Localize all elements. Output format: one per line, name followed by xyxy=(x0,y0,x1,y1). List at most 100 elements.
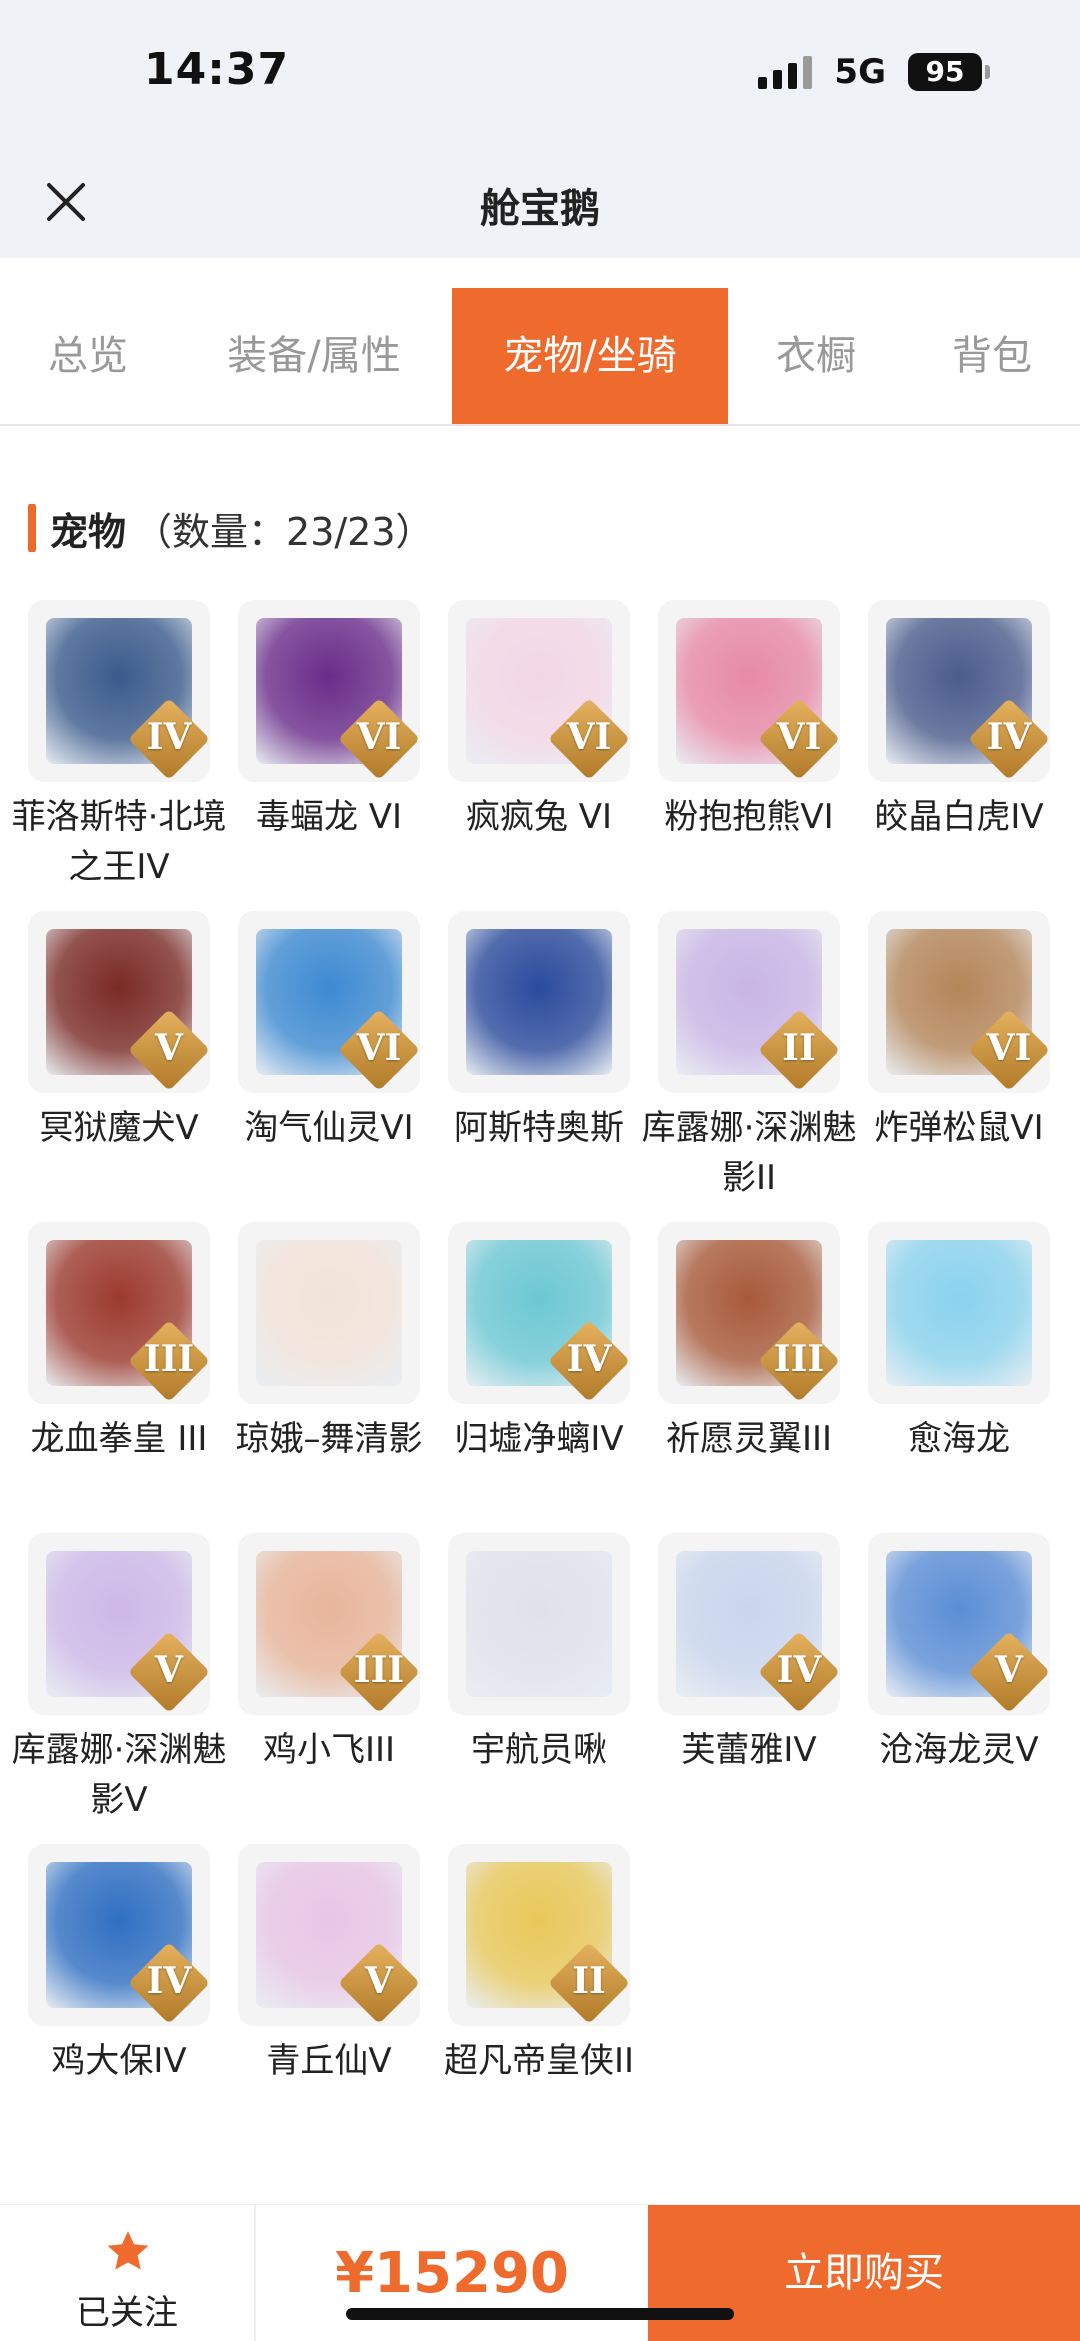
section-header: 宠物 （数量：23/23） xyxy=(28,502,434,554)
grade-badge-label: IV xyxy=(146,1960,192,2002)
grade-badge-label: VI xyxy=(986,1027,1032,1069)
tab-equipment[interactable]: 装备/属性 xyxy=(176,288,452,424)
pet-card[interactable]: V 青丘仙V xyxy=(238,1844,420,2086)
pet-card[interactable]: 愈海龙 xyxy=(868,1222,1050,1464)
bottom-bar: 已关注 ¥15290 立即购买 xyxy=(0,2204,1080,2341)
pet-card[interactable]: III 鸡小飞III xyxy=(238,1533,420,1775)
pet-card[interactable]: IV 菲洛斯特·北境之王IV xyxy=(12,600,226,892)
grade-badge-label: V xyxy=(995,1649,1023,1691)
star-icon xyxy=(107,2231,149,2270)
pet-name: 粉抱抱熊VI xyxy=(664,797,834,837)
pet-thumbnail: V xyxy=(28,1533,210,1715)
pet-card[interactable]: V 库露娜·深渊魅影V xyxy=(12,1533,226,1825)
tab-bar: 总览 装备/属性 宠物/坐骑 衣橱 背包 xyxy=(0,288,1080,426)
section-count: （数量：23/23） xyxy=(134,509,434,554)
pet-card[interactable]: VI 炸弹松鼠VI xyxy=(868,911,1050,1153)
pet-thumbnail: VI xyxy=(448,600,630,782)
pet-name: 炸弹松鼠VI xyxy=(874,1108,1044,1148)
grade-badge-label: VI xyxy=(566,716,612,758)
grade-badge-label: VI xyxy=(776,716,822,758)
grade-badge-label: III xyxy=(353,1649,405,1691)
pet-thumbnail: IV xyxy=(658,1533,840,1715)
grade-badge-label: V xyxy=(365,1960,393,2002)
pet-name: 归墟净螭IV xyxy=(454,1419,624,1459)
header-area: 14:37 5G 95 舱宝鹅 xyxy=(0,0,1080,258)
grade-badge-label: VI xyxy=(356,716,402,758)
pet-card[interactable]: V 冥狱魔犬V xyxy=(28,911,210,1153)
pet-card[interactable]: II 超凡帝皇侠II xyxy=(444,1844,634,2086)
buy-now-button[interactable]: 立即购买 xyxy=(648,2205,1080,2341)
pet-card[interactable]: IV 皎晶白虎IV xyxy=(868,600,1050,842)
pet-card[interactable]: 宇航员啾 xyxy=(448,1533,630,1775)
grade-badge-label: IV xyxy=(986,716,1032,758)
pet-name: 鸡小飞III xyxy=(262,1730,396,1770)
pet-name: 菲洛斯特·北境之王IV xyxy=(11,797,227,887)
pet-thumbnail: VI xyxy=(238,600,420,782)
grade-badge-label: IV xyxy=(566,1338,612,1380)
grade-badge-label: IV xyxy=(776,1649,822,1691)
tab-wardrobe[interactable]: 衣橱 xyxy=(728,288,904,424)
grade-badge-label: III xyxy=(143,1338,195,1380)
pet-card[interactable]: 琼娥–舞清影 xyxy=(236,1222,423,1464)
status-indicators: 5G 95 xyxy=(758,52,990,92)
pet-thumbnail xyxy=(238,1222,420,1404)
pet-name: 淘气仙灵VI xyxy=(244,1108,414,1148)
pet-card[interactable]: 阿斯特奥斯 xyxy=(448,911,630,1153)
pet-name: 皎晶白虎IV xyxy=(874,797,1044,837)
pet-name: 青丘仙V xyxy=(266,2041,392,2081)
pet-name: 祈愿灵翼III xyxy=(665,1419,833,1459)
pet-name: 库露娜·深渊魅影II xyxy=(641,1108,857,1198)
pet-name: 沧海龙灵V xyxy=(879,1730,1039,1770)
pet-thumbnail: VI xyxy=(238,911,420,1093)
pet-card[interactable]: IV 归墟净螭IV xyxy=(448,1222,630,1464)
grade-badge-label: II xyxy=(572,1960,606,2002)
status-time: 14:37 xyxy=(144,44,290,95)
pet-card[interactable]: V 沧海龙灵V xyxy=(868,1533,1050,1775)
pet-card[interactable]: III 祈愿灵翼III xyxy=(658,1222,840,1464)
pet-card[interactable]: VI 粉抱抱熊VI xyxy=(658,600,840,842)
grade-badge-label: V xyxy=(155,1649,183,1691)
pet-card[interactable]: IV 芙蕾雅IV xyxy=(658,1533,840,1775)
page-title: 舱宝鹅 xyxy=(480,186,600,232)
pet-avatar-icon xyxy=(466,929,612,1075)
home-indicator[interactable] xyxy=(346,2308,734,2320)
pet-name: 愈海龙 xyxy=(908,1419,1010,1459)
follow-button[interactable]: 已关注 xyxy=(0,2205,256,2341)
pet-name: 疯疯兔 VI xyxy=(465,797,613,837)
pet-card[interactable]: VI 疯疯兔 VI xyxy=(448,600,630,842)
pet-thumbnail xyxy=(868,1222,1050,1404)
pet-avatar-icon xyxy=(466,1551,612,1697)
tab-pets-mounts[interactable]: 宠物/坐骑 xyxy=(452,288,728,424)
pet-name: 龙血拳皇 III xyxy=(30,1419,208,1459)
pet-name: 鸡大保IV xyxy=(51,2041,187,2081)
pet-thumbnail: IV xyxy=(28,600,210,782)
screen: 14:37 5G 95 舱宝鹅 总览 装备/属性 宠物/坐骑 衣橱 背包 宠物 … xyxy=(0,0,1080,2341)
pet-card[interactable]: II 库露娜·深渊魅影II xyxy=(642,911,856,1203)
pet-thumbnail xyxy=(448,1533,630,1715)
grade-badge-label: II xyxy=(782,1027,816,1069)
pet-name: 芙蕾雅IV xyxy=(681,1730,817,1770)
network-label: 5G xyxy=(834,52,886,92)
pet-name: 琼娥–舞清影 xyxy=(235,1419,423,1459)
signal-icon xyxy=(758,55,813,89)
pet-avatar-icon xyxy=(886,1240,1032,1386)
tab-overview[interactable]: 总览 xyxy=(0,288,176,424)
pet-thumbnail: II xyxy=(448,1844,630,2026)
pet-thumbnail: V xyxy=(28,911,210,1093)
pet-thumbnail: V xyxy=(238,1844,420,2026)
tab-backpack[interactable]: 背包 xyxy=(904,288,1080,424)
pet-thumbnail: VI xyxy=(658,600,840,782)
pet-thumbnail: III xyxy=(28,1222,210,1404)
pet-card[interactable]: IV 鸡大保IV xyxy=(28,1844,210,2086)
grade-badge-label: IV xyxy=(146,716,192,758)
pet-thumbnail: IV xyxy=(868,600,1050,782)
pet-card[interactable]: VI 淘气仙灵VI xyxy=(238,911,420,1153)
battery-level: 95 xyxy=(908,53,982,91)
pet-thumbnail: II xyxy=(658,911,840,1093)
pet-thumbnail: III xyxy=(658,1222,840,1404)
pet-card[interactable]: VI 毒蝠龙 VI xyxy=(238,600,420,842)
pet-name: 库露娜·深渊魅影V xyxy=(11,1730,227,1820)
pet-card[interactable]: III 龙血拳皇 III xyxy=(28,1222,210,1464)
pet-name: 阿斯特奥斯 xyxy=(454,1108,624,1148)
pet-thumbnail: IV xyxy=(448,1222,630,1404)
